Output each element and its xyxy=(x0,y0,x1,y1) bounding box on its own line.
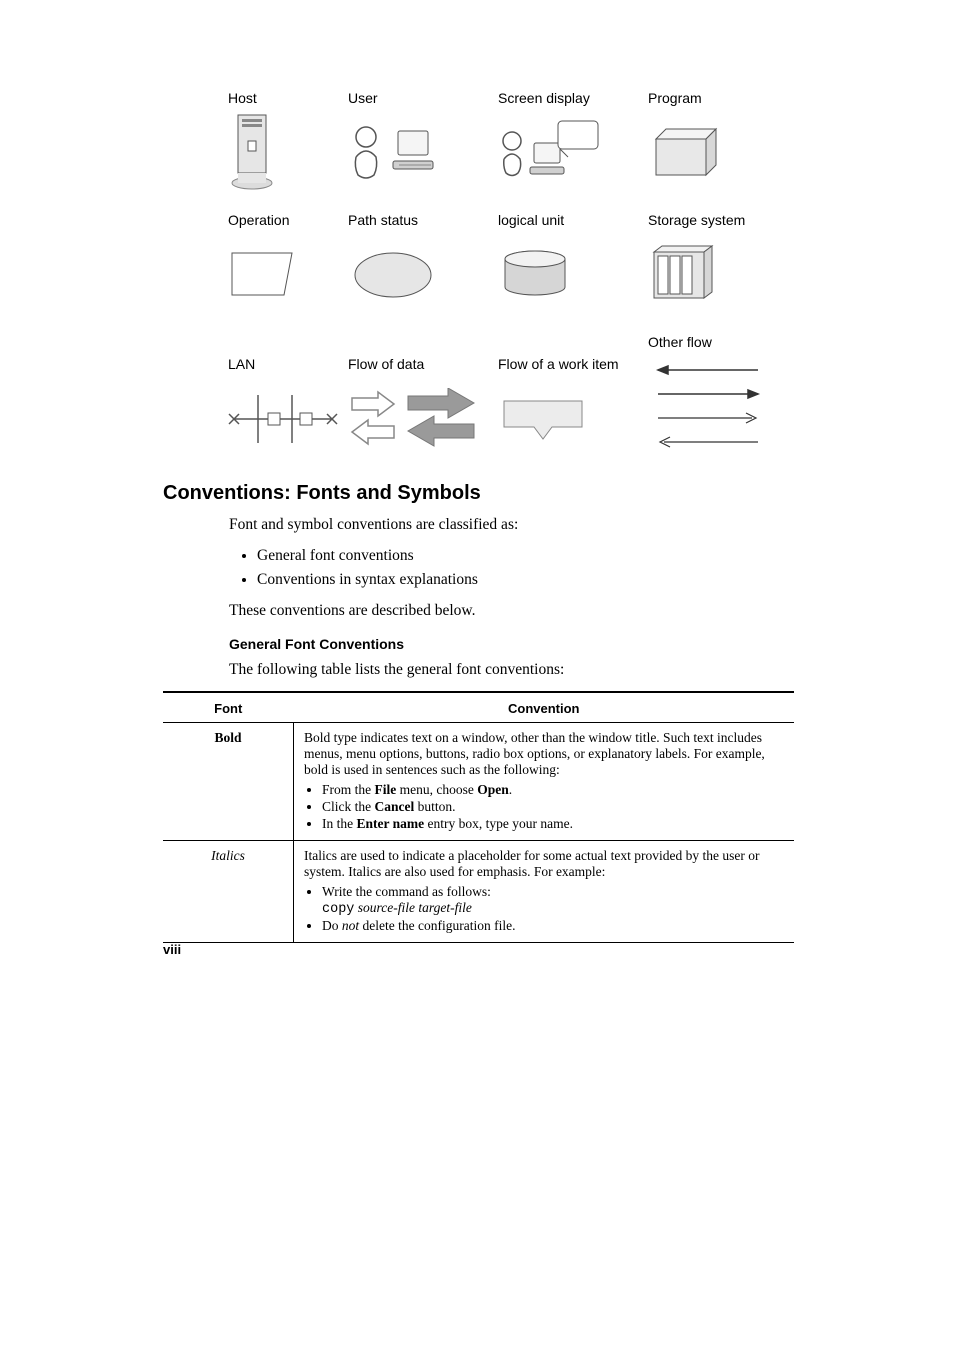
section-heading: Conventions: Fonts and Symbols xyxy=(163,482,794,505)
figure-label: Flow of a work item xyxy=(498,356,619,372)
operation-icon xyxy=(228,240,298,310)
closing-paragraph: These conventions are described below. xyxy=(229,601,794,622)
convention-description: Italics are used to indicate a placehold… xyxy=(304,848,759,879)
page-number: viii xyxy=(163,942,181,957)
figure-label: Screen display xyxy=(498,90,590,106)
convention-description: Bold type indicates text on a window, ot… xyxy=(304,730,765,777)
symbol-legend-figure: Host User xyxy=(228,90,794,454)
list-item: Conventions in syntax explanations xyxy=(257,570,794,591)
host-icon xyxy=(228,118,276,188)
logical-unit-icon xyxy=(498,240,572,310)
other-flow-icon xyxy=(648,362,768,454)
convention-cell: Italics are used to indicate a placehold… xyxy=(294,840,795,942)
figure-label: Flow of data xyxy=(348,356,424,372)
program-icon xyxy=(648,118,728,188)
list-item: Click the Cancel button. xyxy=(322,799,784,815)
table-row: Italics Italics are used to indicate a p… xyxy=(163,840,794,942)
list-item: General font conventions xyxy=(257,546,794,567)
flow-of-data-icon xyxy=(348,384,478,454)
figure-label: Host xyxy=(228,90,257,106)
figure-label: Storage system xyxy=(648,212,745,228)
list-item: In the Enter name entry box, type your n… xyxy=(322,816,784,832)
figure-label: Program xyxy=(648,90,702,106)
storage-system-icon xyxy=(648,240,718,310)
figure-label: Operation xyxy=(228,212,289,228)
lan-icon xyxy=(228,384,338,454)
font-label-bold: Bold xyxy=(214,730,241,745)
table-header: Convention xyxy=(294,692,795,723)
user-icon xyxy=(348,118,448,188)
list-item: From the File menu, choose Open. xyxy=(322,782,784,798)
figure-label: LAN xyxy=(228,356,255,372)
figure-label: Path status xyxy=(348,212,418,228)
sub-intro-paragraph: The following table lists the general fo… xyxy=(229,660,794,681)
figure-row: Operation Path status logical unit xyxy=(228,212,794,310)
table-row: Bold Bold type indicates text on a windo… xyxy=(163,722,794,840)
flow-of-work-item-icon xyxy=(498,384,588,454)
font-conventions-table: Font Convention Bold Bold type indicates… xyxy=(163,691,794,943)
intro-paragraph: Font and symbol conventions are classifi… xyxy=(229,515,794,536)
font-label-italics: Italics xyxy=(211,848,245,863)
sub-heading: General Font Conventions xyxy=(229,636,794,652)
list-item: Do not delete the configuration file. xyxy=(322,918,784,934)
classification-list: General font conventions Conventions in … xyxy=(229,546,794,591)
table-header: Font xyxy=(163,692,294,723)
screen-display-icon xyxy=(498,118,608,188)
figure-label: User xyxy=(348,90,378,106)
path-status-icon xyxy=(348,240,438,310)
figure-label: Other flow xyxy=(648,334,712,350)
convention-cell: Bold type indicates text on a window, ot… xyxy=(294,722,795,840)
figure-row: Host User xyxy=(228,90,794,188)
figure-label: logical unit xyxy=(498,212,564,228)
figure-row: LAN xyxy=(228,334,794,454)
list-item: Write the command as follows: copy sourc… xyxy=(322,884,784,917)
